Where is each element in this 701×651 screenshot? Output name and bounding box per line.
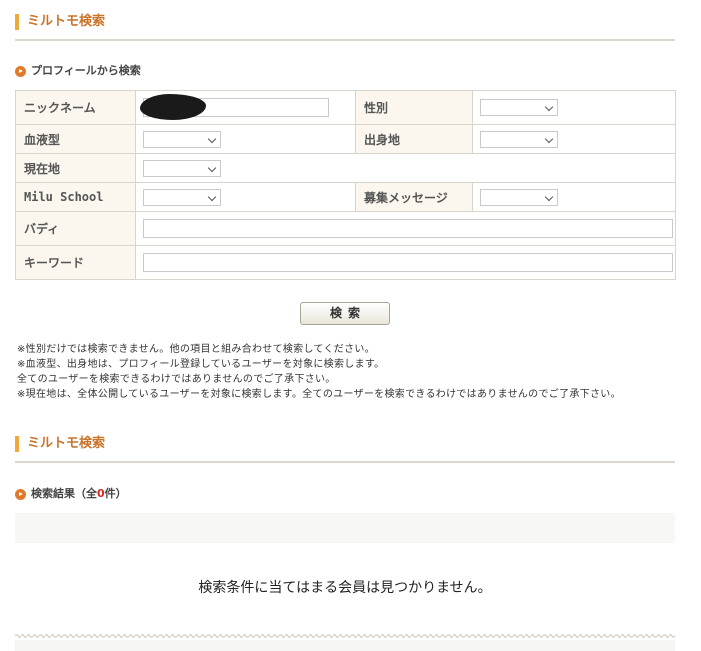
note-line: ※性別だけでは検索できません。他の項目と組み合わせて検索してください。 xyxy=(17,344,375,355)
chevron-down-icon xyxy=(207,134,217,143)
search-button[interactable]: 検索 xyxy=(300,302,390,325)
keyword-cell xyxy=(135,245,676,280)
recruit-message-select[interactable] xyxy=(480,188,558,206)
buddy-input[interactable] xyxy=(143,219,673,238)
chevron-down-icon xyxy=(207,163,217,172)
chevron-down-icon xyxy=(544,102,554,112)
section-title-text: ミルトモ検索 xyxy=(27,14,106,29)
search-notes: ※性別だけでは検索できません。他の項目と組み合わせて検索してください。 ※血液型… xyxy=(17,342,677,402)
profile-search-heading: プロフィールから検索 xyxy=(15,64,141,78)
note-line: 全てのユーザーを検索できるわけではありませんのでご了承下さい。 xyxy=(17,374,336,385)
title-accent-bar xyxy=(15,14,19,30)
chevron-down-icon xyxy=(544,134,554,143)
title-accent-bar xyxy=(15,436,19,452)
form-row-blood-birthplace: 血液型 出身地 xyxy=(15,124,676,154)
blood-type-cell xyxy=(135,124,356,154)
keyword-label: キーワード xyxy=(15,245,136,280)
keyword-input[interactable] xyxy=(143,253,673,272)
nickname-cell xyxy=(135,90,356,125)
school-cell xyxy=(135,182,356,212)
school-select[interactable] xyxy=(143,188,221,206)
arrow-circle-icon xyxy=(15,65,26,77)
results-count: 0 xyxy=(97,487,105,500)
birthplace-label: 出身地 xyxy=(355,124,473,154)
location-cell xyxy=(135,153,676,183)
recruit-message-cell xyxy=(472,182,676,212)
gender-cell xyxy=(472,90,676,125)
location-select[interactable] xyxy=(143,159,221,177)
form-row-nickname-gender: ニックネーム 性別 xyxy=(15,90,676,125)
arrow-circle-icon xyxy=(15,488,26,500)
no-results-message: 検索条件に当てはまる会員は見つかりません。 xyxy=(198,580,492,596)
form-row-school-recruit: Milu School 募集メッセージ xyxy=(15,182,676,212)
blood-type-select[interactable] xyxy=(143,130,221,148)
note-line: ※血液型、出身地は、プロフィール登録しているユーザーを対象に検索します。 xyxy=(17,359,385,370)
chevron-down-icon xyxy=(207,192,217,201)
form-row-buddy: バディ xyxy=(15,211,676,246)
wavy-divider xyxy=(15,633,675,639)
nickname-label: ニックネーム xyxy=(15,90,136,125)
chevron-down-icon xyxy=(544,192,554,201)
blood-type-label: 血液型 xyxy=(15,124,136,154)
form-row-location: 現在地 xyxy=(15,153,676,183)
buddy-cell xyxy=(135,211,676,246)
birthplace-select[interactable] xyxy=(480,130,558,148)
location-label: 現在地 xyxy=(15,153,136,183)
results-header-band xyxy=(15,513,675,543)
recruit-message-label: 募集メッセージ xyxy=(355,182,473,212)
section-title-milutomo-search: ミルトモ検索 xyxy=(15,11,675,41)
gender-select[interactable] xyxy=(480,99,558,116)
results-heading-prefix: 検索結果（全 xyxy=(31,487,97,500)
form-row-keyword: キーワード xyxy=(15,245,676,280)
section-title-milutomo-search-results: ミルトモ検索 xyxy=(15,433,675,463)
birthplace-cell xyxy=(472,124,676,154)
results-footer-band xyxy=(15,640,675,651)
profile-search-heading-text: プロフィールから検索 xyxy=(31,64,141,77)
results-heading-suffix: 件） xyxy=(104,487,127,500)
section-title-text: ミルトモ検索 xyxy=(27,436,106,451)
nickname-input-wrap xyxy=(140,94,329,120)
gender-label: 性別 xyxy=(355,90,473,125)
note-line: ※現在地は、全体公開しているユーザーを対象に検索します。全てのユーザーを検索でき… xyxy=(17,389,621,400)
search-form-table: ニックネーム 性別 血液型 出身地 現在地 Milu School 募集メッセー… xyxy=(15,90,676,280)
school-label: Milu School xyxy=(15,182,136,212)
search-results-heading: 検索結果（全 0 件） xyxy=(15,487,127,501)
buddy-label: バディ xyxy=(15,211,136,246)
